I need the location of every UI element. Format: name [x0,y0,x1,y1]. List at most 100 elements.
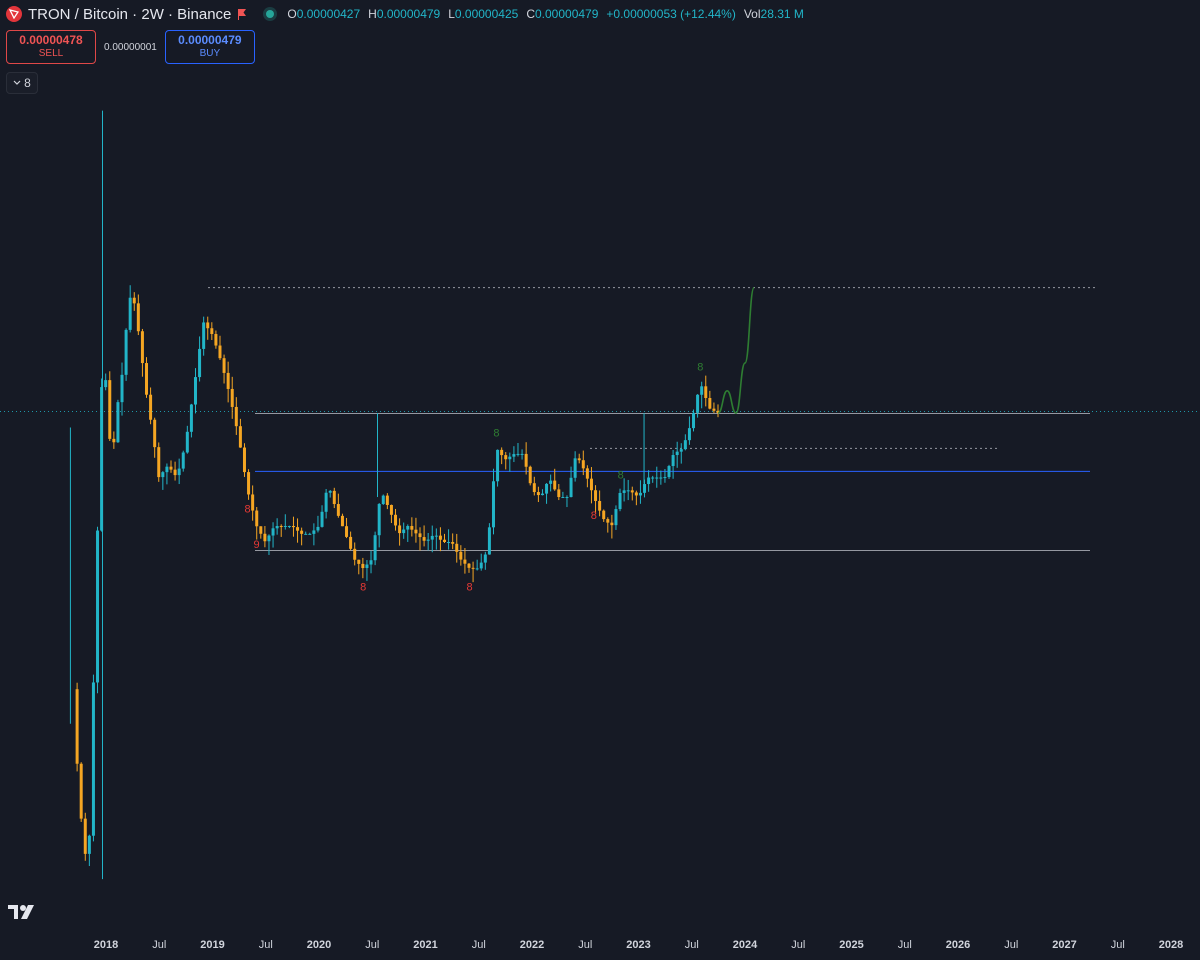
candle-body [504,455,508,460]
candle-body [169,466,173,470]
candle-body [475,568,479,570]
x-tick-label: Jul [1111,939,1125,951]
x-tick-label: 2025 [839,939,863,951]
candle-body [226,372,230,389]
candle-body [124,329,128,375]
candle-body [230,388,234,407]
sequential-count-label: 8 [697,362,703,374]
candle-body [377,504,381,536]
candle-body [251,494,255,511]
candle-body [471,567,475,569]
candle-body [185,431,189,453]
candle-body [663,477,667,479]
candle-body [87,835,91,854]
candle-body [467,563,471,568]
candle-body [234,406,238,427]
candle-body [296,527,300,531]
candle-body [206,322,210,329]
candle-body [581,460,585,469]
candle-body [618,492,622,510]
candle-body [365,564,369,569]
candle-body [79,763,83,819]
candle-body [247,472,251,495]
candle-body [312,530,316,534]
candle-body [324,492,328,512]
candle-body [259,526,263,534]
candle-body [549,480,553,484]
sequential-count-label: 9 [253,539,259,551]
x-tick-label: 2028 [1159,939,1183,951]
candle-body [553,480,557,490]
candle-body [630,490,634,493]
candle-body [255,510,259,527]
sequential-count-label: 8 [360,581,366,593]
sequential-count-label: 8 [493,427,499,439]
candle-body [181,452,185,469]
candle-body [210,328,214,335]
projection-curve[interactable] [717,286,755,414]
candle-body [145,363,149,395]
candle-body [279,525,283,527]
candle-body [426,539,430,541]
candle-body [369,560,373,565]
candle-body [679,449,683,452]
candle-body [708,397,712,409]
candle-body [308,533,312,535]
candle-body [602,510,606,520]
x-tick-label: 2024 [733,939,758,951]
chart-window: TRON / Bitcoin · 2W · Binance O0.0000042… [0,0,1200,960]
candle-body [406,526,410,530]
candle-body [177,468,181,476]
candle-body [528,466,532,484]
candle-body [91,682,95,836]
candle-body [692,412,696,429]
candle-body [389,504,393,515]
sequential-count-label: 8 [591,510,597,522]
candle-body [140,331,144,364]
candle-body [696,394,700,413]
x-tick-label: Jul [578,939,592,951]
x-tick-label: Jul [898,939,912,951]
candle-body [161,472,165,478]
candle-body [242,447,246,473]
candle-body [336,504,340,516]
price-plot[interactable]: 8 9 8 8 8 8 8 8 2018 Jul 2019 Jul 2020 Jul 2021 Jul 202… [0,0,1200,960]
x-tick-label: 2026 [946,939,970,951]
candle-body [651,477,655,479]
candle-body [671,455,675,467]
candle-body [75,689,79,764]
x-tick-label: 2027 [1052,939,1076,951]
x-tick-label: Jul [1004,939,1018,951]
candle-body [451,542,455,544]
x-tick-label: Jul [259,939,273,951]
candle-body [104,380,108,388]
candle-body [683,440,687,450]
candle-body [320,511,324,527]
candle-body [422,537,426,541]
candle-body [463,559,467,564]
candle-body [173,469,177,476]
candle-body [271,528,275,536]
candle-body [287,525,291,527]
candle-body [577,458,581,461]
candle-body [659,477,663,479]
candle-body [614,509,618,526]
candle-body [626,490,630,492]
candle-body [512,454,516,457]
candle-body [112,438,116,443]
candle-body [275,525,279,529]
tradingview-logo-icon[interactable] [8,902,40,920]
candle-body [120,374,124,403]
candle-body [496,449,500,482]
candle-body [524,453,528,467]
candle-body [561,497,565,499]
candle-body [532,483,536,493]
candle-body [487,527,491,555]
candle-body [189,404,193,432]
candle-body [700,386,704,395]
candle-body [598,501,602,511]
candle-body [479,562,483,569]
candle-body [687,428,691,441]
x-tick-label: 2019 [200,939,224,951]
candle-body [394,514,398,526]
